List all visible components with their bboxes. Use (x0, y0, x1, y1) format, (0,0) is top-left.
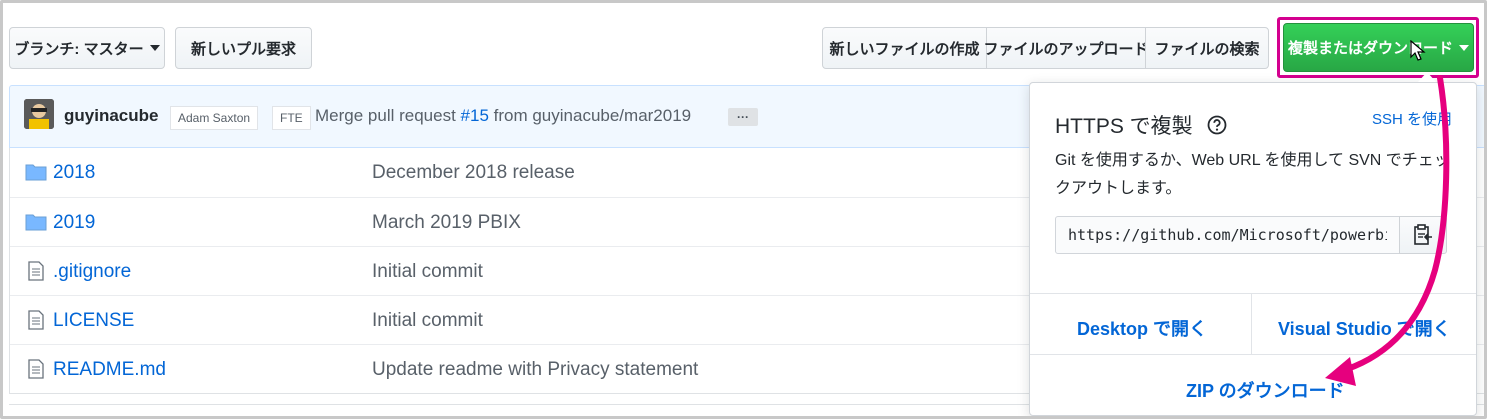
file-name-link[interactable]: LICENSE (53, 310, 134, 332)
file-name-link[interactable]: .gitignore (53, 261, 131, 283)
new-pull-request-button[interactable]: 新しいプル要求 (175, 27, 312, 69)
open-in-desktop-button[interactable]: Desktop で開く (1077, 315, 1207, 341)
clone-description: Git を使用するか、Web URL を使用して SVN でチェックアウトします… (1055, 152, 1450, 197)
branch-selector-button[interactable]: ブランチ: マスター (9, 27, 165, 69)
commit-message-cell[interactable]: December 2018 release (372, 162, 575, 184)
file-name-link[interactable]: 2018 (53, 162, 95, 184)
question-circle-icon[interactable] (1207, 115, 1227, 135)
mouse-cursor-icon (1410, 40, 1426, 61)
upload-files-button[interactable]: ファイルのアップロード (984, 27, 1149, 69)
copy-to-clipboard-button[interactable] (1399, 216, 1447, 254)
file-name-link[interactable]: 2019 (53, 212, 95, 234)
branch-selector-label: ブランチ: マスター (14, 40, 144, 58)
file-name-link[interactable]: README.md (53, 359, 166, 381)
file-icon (25, 310, 47, 330)
commit-message: Merge pull request #15 from guyinacube/m… (315, 106, 691, 126)
file-icon (25, 359, 47, 379)
commit-message-suffix: from guyinacube/mar2019 (488, 106, 692, 125)
commit-message-cell[interactable]: March 2019 PBIX (372, 212, 521, 234)
clipboard-icon (1414, 224, 1432, 245)
coauthor-badge: Adam Saxton (170, 106, 259, 130)
commit-message-cell[interactable]: Initial commit (372, 310, 483, 332)
divider (1030, 293, 1476, 294)
clone-url-input[interactable] (1055, 216, 1400, 254)
commit-message-cell[interactable]: Initial commit (372, 261, 483, 283)
pull-request-link[interactable]: #15 (461, 106, 489, 125)
download-zip-button[interactable]: ZIP のダウンロード (1186, 377, 1345, 403)
folder-icon (25, 212, 47, 232)
commit-message-cell[interactable]: Update readme with Privacy statement (372, 359, 698, 381)
commit-author[interactable]: guyinacube (64, 106, 158, 126)
folder-icon (25, 162, 47, 182)
divider (1251, 294, 1252, 354)
find-file-button[interactable]: ファイルの検索 (1145, 27, 1269, 69)
commit-message-prefix: Merge pull request (315, 106, 461, 125)
file-actions-group: 新しいファイルの作成 ファイルのアップロード ファイルの検索 (822, 27, 1269, 69)
clone-dropdown: HTTPS で複製 SSH を使用 Git を使用するか、Web URL を使用… (1029, 82, 1477, 416)
clone-or-download-button[interactable]: 複製またはダウンロード (1283, 23, 1474, 72)
create-new-file-button[interactable]: 新しいファイルの作成 (822, 27, 987, 69)
avatar[interactable] (24, 99, 54, 129)
expand-commit-button[interactable]: ··· (728, 108, 758, 126)
open-in-visual-studio-button[interactable]: Visual Studio で開く (1278, 315, 1451, 341)
chevron-down-icon (1459, 44, 1469, 51)
clone-button-label: 複製またはダウンロード (1287, 40, 1453, 57)
divider (1030, 354, 1476, 355)
clone-dropdown-title: HTTPS で複製 (1055, 115, 1193, 138)
coauthor-badge: FTE (272, 106, 311, 130)
use-ssh-link[interactable]: SSH を使用 (1372, 108, 1452, 129)
dropdown-caret (1418, 72, 1436, 82)
file-icon (25, 261, 47, 281)
chevron-down-icon (149, 45, 160, 51)
